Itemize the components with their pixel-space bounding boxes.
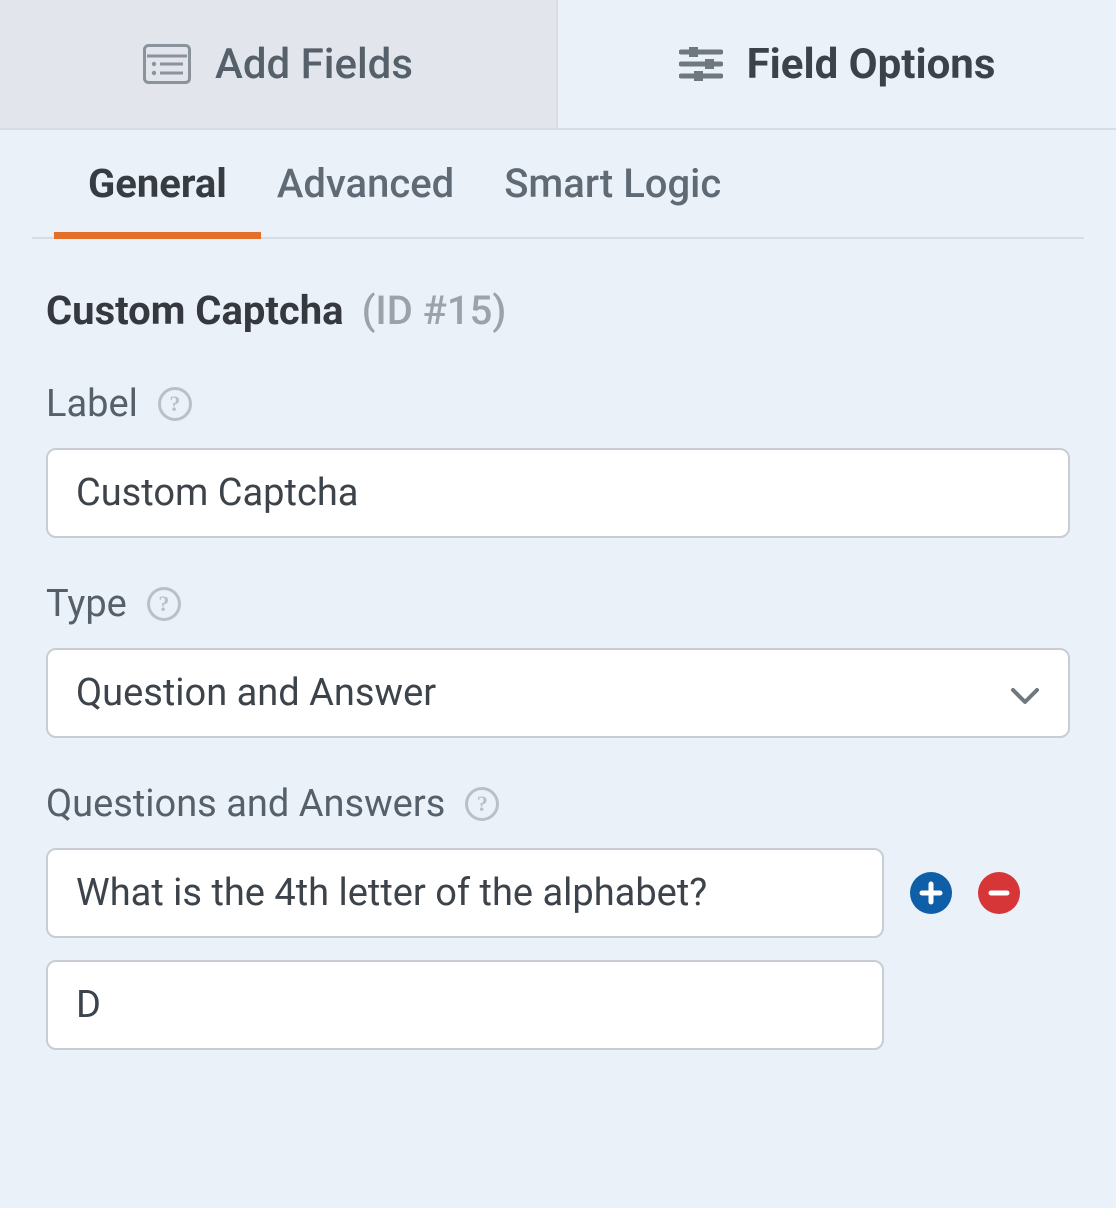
- tab-field-options[interactable]: Field Options: [558, 0, 1116, 128]
- type-label: Type: [46, 582, 127, 626]
- plus-icon: [918, 880, 944, 906]
- sub-tab-general[interactable]: General: [88, 160, 227, 237]
- type-select[interactable]: Question and Answer: [46, 648, 1070, 738]
- list-icon: [143, 44, 191, 84]
- question-input[interactable]: [46, 848, 884, 938]
- tab-add-fields[interactable]: Add Fields: [0, 0, 558, 128]
- label-label: Label: [46, 382, 138, 426]
- label-input[interactable]: [46, 448, 1070, 538]
- sub-tab-general-label: General: [88, 160, 227, 207]
- qa-item: [46, 848, 1070, 938]
- field-id: (ID #15): [362, 287, 507, 334]
- help-icon[interactable]: ?: [158, 387, 192, 421]
- tab-add-fields-label: Add Fields: [215, 40, 413, 89]
- group-qa: Questions and Answers ?: [46, 782, 1070, 1050]
- sub-tab-advanced-label: Advanced: [277, 160, 454, 207]
- content-area: Custom Captcha (ID #15) Label ? Type ? Q…: [0, 239, 1116, 1134]
- sliders-icon: [679, 44, 723, 84]
- qa-label: Questions and Answers: [46, 782, 445, 826]
- chevron-down-icon: [1010, 671, 1040, 715]
- field-type-name: Custom Captcha: [46, 287, 344, 334]
- help-icon[interactable]: ?: [465, 787, 499, 821]
- answer-input[interactable]: [46, 960, 884, 1050]
- help-icon[interactable]: ?: [147, 587, 181, 621]
- tab-field-options-label: Field Options: [747, 40, 996, 89]
- minus-icon: [986, 880, 1012, 906]
- sub-tab-smart-logic[interactable]: Smart Logic: [504, 160, 721, 237]
- type-select-value: Question and Answer: [76, 671, 436, 715]
- sub-tab-advanced[interactable]: Advanced: [277, 160, 454, 237]
- top-tab-bar: Add Fields Field Options: [0, 0, 1116, 130]
- group-type: Type ? Question and Answer: [46, 582, 1070, 738]
- section-title: Custom Captcha (ID #15): [46, 287, 1070, 334]
- sub-tab-smart-logic-label: Smart Logic: [504, 160, 721, 207]
- remove-button[interactable]: [978, 872, 1020, 914]
- group-label: Label ?: [46, 382, 1070, 538]
- add-button[interactable]: [910, 872, 952, 914]
- sub-tab-bar: General Advanced Smart Logic: [32, 130, 1084, 239]
